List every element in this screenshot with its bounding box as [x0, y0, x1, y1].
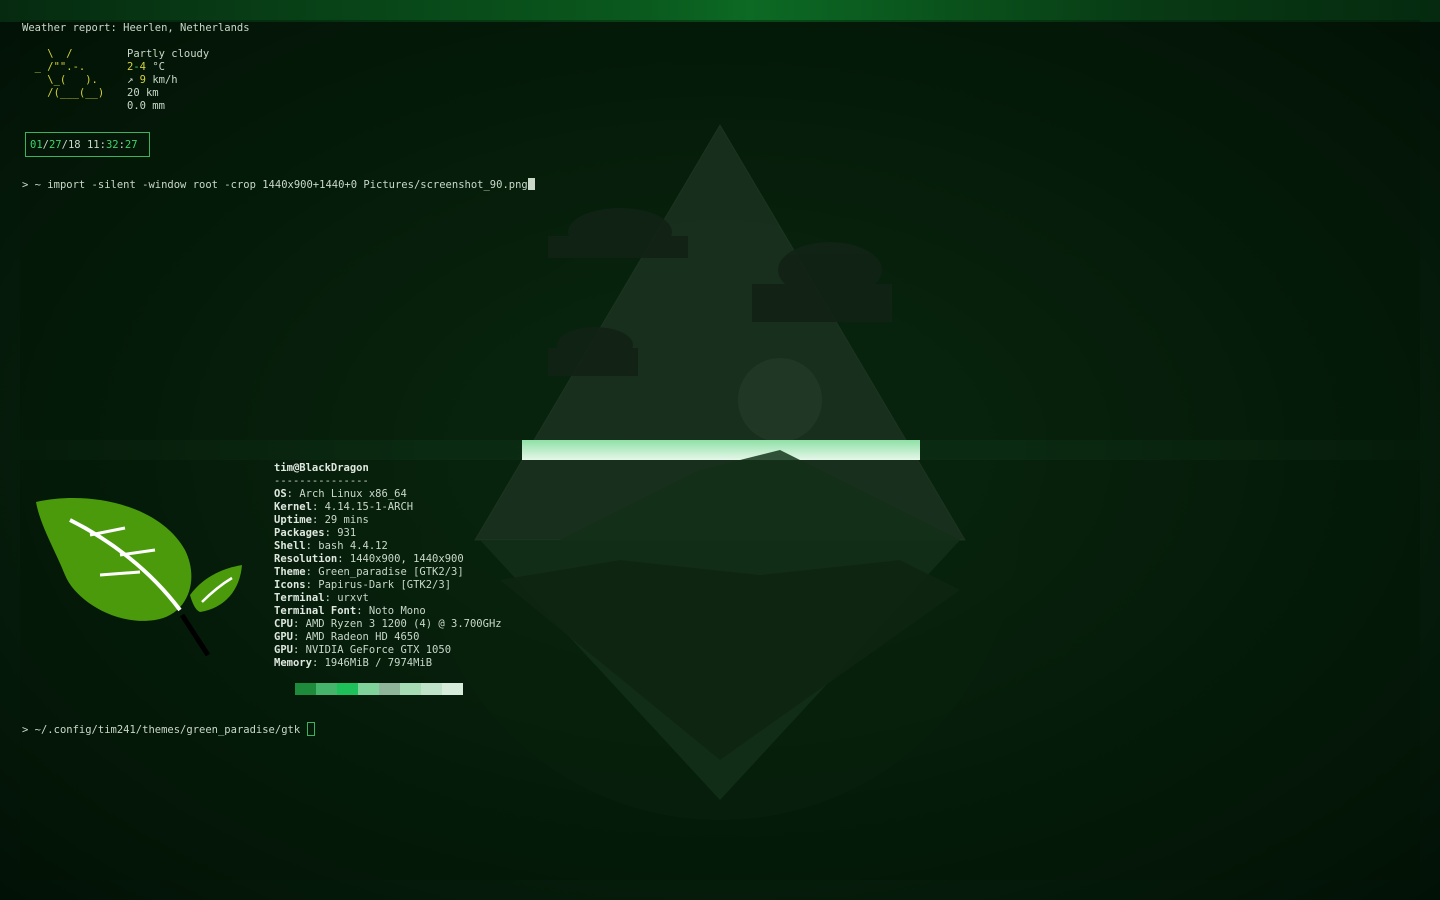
neofetch-row: Terminal: urxvt [274, 592, 369, 604]
neofetch-row: Resolution: 1440x900, 1440x900 [274, 553, 464, 565]
neofetch-separator: --------------- [274, 475, 369, 487]
clock-day: 27 [48, 139, 62, 151]
weather-condition: Partly cloudy [127, 48, 210, 60]
terminal-window-top[interactable]: Weather report: Heerlen, Netherlands \ /… [20, 20, 1420, 440]
clock-year: 18 [67, 139, 81, 151]
neofetch-row: GPU: NVIDIA GeForce GTX 1050 [274, 644, 452, 656]
wind-unit: km/h [152, 74, 178, 86]
text-cursor [306, 722, 315, 736]
text-cursor [527, 178, 535, 190]
terminal-window-bottom[interactable]: tim@BlackDragon --------------- OS: Arch… [20, 460, 1420, 880]
neofetch-user-host: tim@BlackDragon [274, 462, 369, 474]
clock-hour: 11 [86, 139, 100, 151]
prompt-symbol: > [22, 179, 29, 191]
weather-wind: ↗ 9 km/h [127, 74, 178, 87]
weather-visibility: 20 km [127, 87, 159, 99]
palette-swatch [337, 683, 358, 695]
prompt-symbol: > [22, 724, 29, 736]
palette-swatch [379, 683, 400, 695]
weather-ascii-line-1: \ / [22, 48, 73, 60]
temp-unit: °C [152, 61, 165, 73]
neofetch-row: OS: Arch Linux x86_64 [274, 488, 407, 500]
palette-swatch [316, 683, 337, 695]
weather-ascii-line-4: /(___(__) [22, 87, 105, 99]
temp-high: 4 [139, 61, 146, 73]
leaf-logo-icon [36, 498, 242, 657]
neofetch-row: CPU: AMD Ryzen 3 1200 (4) @ 3.700GHz [274, 618, 502, 630]
neofetch-row: GPU: AMD Radeon HD 4650 [274, 631, 420, 643]
palette-swatch [295, 683, 316, 695]
neofetch-row: Theme: Green_paradise [GTK2/3] [274, 566, 464, 578]
neofetch-row: Kernel: 4.14.15-1-ARCH [274, 501, 414, 513]
neofetch-row: Uptime: 29 mins [274, 514, 369, 526]
clock-month: 01 [30, 139, 43, 151]
horizon-stripe [522, 440, 920, 460]
weather-ascii-line-2: _ /"".-. [22, 61, 86, 73]
wind-speed: 9 [139, 74, 146, 86]
clock-minute: 32 [105, 139, 119, 151]
command-line-2[interactable]: > ~/.config/tim241/themes/green_paradise… [22, 722, 315, 737]
command-text: ~ import -silent -window root -crop 1440… [34, 179, 528, 191]
palette-swatch [358, 683, 379, 695]
palette-swatch [421, 683, 442, 695]
palette-swatch [400, 683, 421, 695]
weather-precipitation: 0.0 mm [127, 100, 165, 112]
clock-text: 01/27/18 11:32:27 [30, 139, 138, 151]
palette-swatch [442, 683, 463, 695]
neofetch-row: Icons: Papirus-Dark [GTK2/3] [274, 579, 452, 591]
wind-arrow-icon: ↗ [127, 74, 134, 86]
clock-second: 27 [124, 139, 138, 151]
neofetch-row: Shell: bash 4.4.12 [274, 540, 388, 552]
command-line-1[interactable]: > ~ import -silent -window root -crop 14… [22, 178, 535, 192]
neofetch-row: Memory: 1946MiB / 7974MiB [274, 657, 433, 669]
current-directory: ~/.config/tim241/themes/green_paradise/g… [34, 724, 301, 736]
neofetch-row: Terminal Font: Noto Mono [274, 605, 426, 617]
weather-header: Weather report: Heerlen, Netherlands [22, 22, 250, 34]
weather-ascii-line-3: \_( ). [22, 74, 98, 86]
weather-temperature: 2-4 °C [127, 61, 165, 73]
neofetch-row: Packages: 931 [274, 527, 357, 539]
top-glow-bar [0, 0, 1440, 22]
clock-widget: 01/27/18 11:32:27 [25, 132, 150, 157]
